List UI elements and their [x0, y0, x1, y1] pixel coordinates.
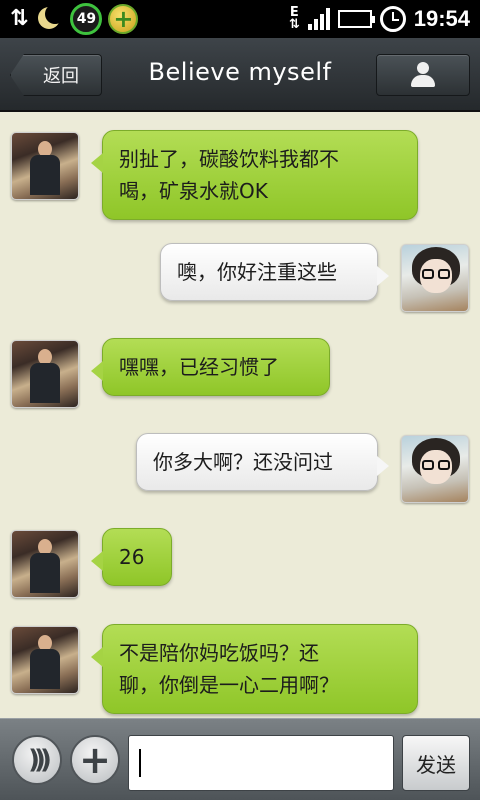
status-right: E ⇅ 19:54: [289, 3, 470, 35]
message-text: 噢，你好注重这些: [177, 260, 337, 284]
battery-widget-icon: 49: [70, 3, 103, 35]
contact-avatar[interactable]: [11, 132, 79, 200]
signal-strength-icon: [307, 8, 330, 30]
back-button[interactable]: 返回: [10, 54, 102, 96]
contact-avatar[interactable]: [11, 340, 79, 408]
weather-moon-icon: [34, 4, 66, 33]
incoming-message-bubble[interactable]: 别扯了，碳酸饮料我都不 喝，矿泉水就OK: [91, 130, 418, 220]
message-text: 26: [119, 545, 145, 569]
message-text: 嘿嘿，已经习惯了: [119, 355, 279, 379]
chat-title: Believe myself: [148, 58, 332, 86]
compose-bar: ))) + 发送: [0, 718, 480, 800]
alarm-icon: [379, 6, 406, 32]
network-arrows: ⇅: [288, 17, 300, 32]
back-button-label: 返回: [43, 66, 79, 87]
message-text: 不是陪你妈吃饭吗？还: [119, 641, 319, 665]
status-clock: 19:54: [413, 6, 470, 31]
status-left: ⇅ 49 +: [10, 3, 139, 35]
voice-icon: ))): [28, 745, 52, 775]
message-input[interactable]: [128, 735, 394, 791]
message-list[interactable]: 别扯了，碳酸饮料我都不 喝，矿泉水就OK 噢，你好注重这些 嘿嘿，已经习惯了 你…: [0, 112, 480, 718]
message-text: 聊，你倒是一心二用啊？: [119, 673, 339, 697]
plus-icon: +: [79, 738, 111, 782]
send-button[interactable]: 发送: [402, 735, 470, 791]
my-avatar[interactable]: [401, 244, 469, 312]
incoming-message-bubble[interactable]: 不是陪你妈吃饭吗？还 聊，你倒是一心二用啊？: [91, 624, 418, 714]
text-caret: [139, 749, 141, 777]
incoming-message-bubble[interactable]: 26: [91, 528, 172, 586]
message-text: 别扯了，碳酸饮料我都不: [119, 147, 339, 171]
voice-input-button[interactable]: ))): [12, 735, 62, 785]
contact-avatar[interactable]: [11, 626, 79, 694]
message-text: 喝，矿泉水就OK: [119, 179, 268, 203]
network-type-icon: E ⇅: [288, 6, 300, 32]
data-sync-icon: ⇅: [10, 6, 29, 31]
my-avatar[interactable]: [401, 435, 469, 503]
battery-icon: [337, 10, 375, 28]
person-icon: [410, 62, 436, 88]
message-text: 你多大啊？还没问过: [153, 450, 333, 474]
title-bar: 返回 Believe myself: [0, 38, 480, 112]
outgoing-message-bubble[interactable]: 噢，你好注重这些: [160, 243, 389, 301]
status-bar: ⇅ 49 + E ⇅ 19:54: [0, 0, 480, 38]
incoming-message-bubble[interactable]: 嘿嘿，已经习惯了: [91, 338, 330, 396]
contact-avatar[interactable]: [11, 530, 79, 598]
attach-more-button[interactable]: +: [70, 735, 120, 785]
app-plus-icon: +: [108, 4, 139, 34]
contact-profile-button[interactable]: [376, 54, 470, 96]
outgoing-message-bubble[interactable]: 你多大啊？还没问过: [136, 433, 389, 491]
